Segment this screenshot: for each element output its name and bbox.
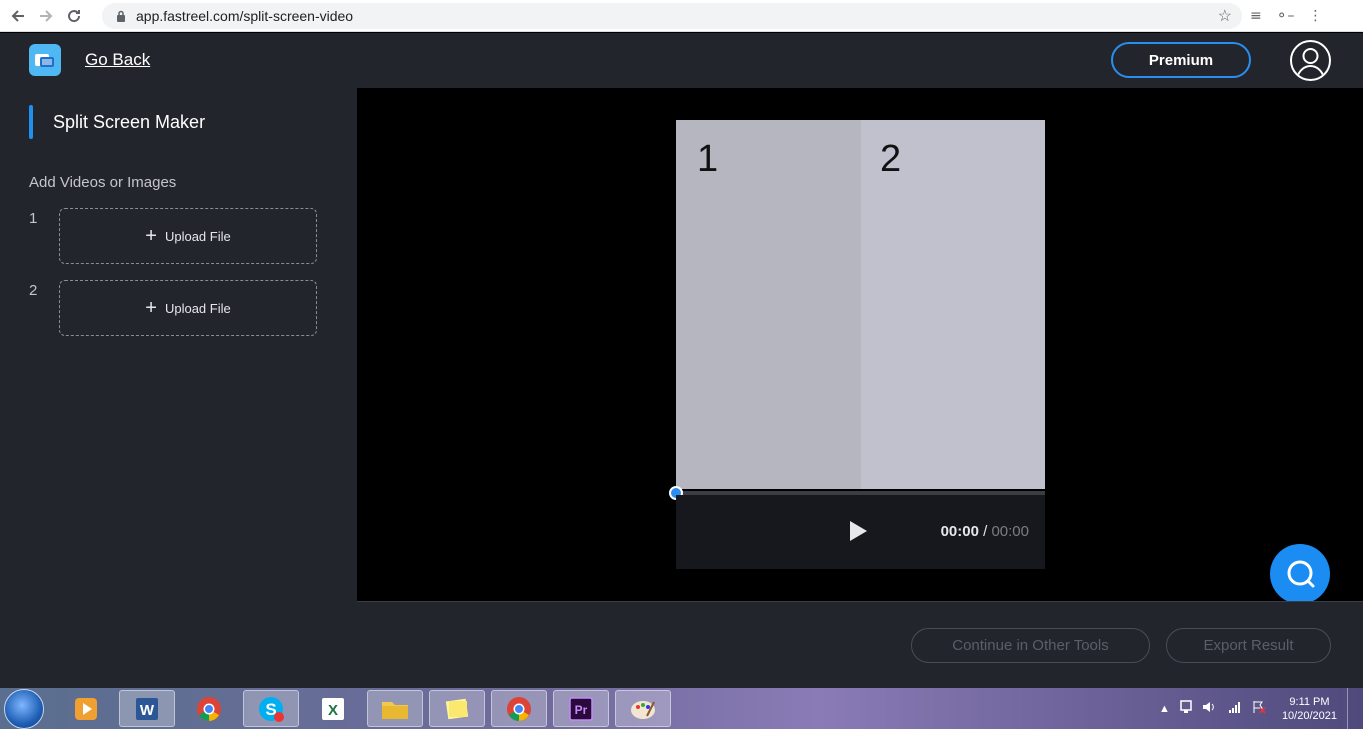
chat-support-icon[interactable] bbox=[1270, 544, 1330, 604]
fastreel-logo-icon[interactable] bbox=[29, 44, 61, 76]
forward-arrow-icon[interactable] bbox=[32, 2, 60, 30]
app-header: Go Back Premium bbox=[0, 33, 1363, 88]
player-controls: 00:00 / 00:00 bbox=[676, 495, 1045, 569]
premiere-pro-icon[interactable]: Pr bbox=[553, 690, 609, 727]
upload-label: Upload File bbox=[164, 228, 231, 244]
plus-icon: + bbox=[145, 225, 157, 247]
tool-title: Split Screen Maker bbox=[53, 112, 206, 132]
back-arrow-icon[interactable] bbox=[4, 2, 32, 30]
sticky-notes-icon[interactable] bbox=[429, 690, 485, 727]
extension-icon[interactable]: ⚬– bbox=[1276, 8, 1295, 24]
skype-icon[interactable]: S bbox=[243, 690, 299, 727]
clock-date: 10/20/2021 bbox=[1281, 709, 1337, 722]
clock-time: 9:11 PM bbox=[1289, 695, 1330, 708]
excel-icon[interactable]: X bbox=[305, 690, 361, 727]
current-time: 00:00 bbox=[940, 523, 979, 540]
premium-button[interactable]: Premium bbox=[1111, 42, 1251, 78]
system-tray: ▲ 9:11 PM 10/20/2021 bbox=[1159, 688, 1363, 729]
svg-text:W: W bbox=[140, 702, 155, 719]
panel-number: 2 bbox=[880, 138, 902, 180]
title-accent-bar bbox=[29, 105, 33, 139]
chrome-icon[interactable] bbox=[181, 690, 237, 727]
system-clock[interactable]: 9:11 PM 10/20/2021 bbox=[1282, 695, 1337, 723]
slot-number: 2 bbox=[29, 282, 38, 299]
upload-file-button-2[interactable]: + Upload File bbox=[59, 280, 317, 336]
browser-toolbar: app.fastreel.com/split-screen-video ☆ ≡ … bbox=[0, 0, 1363, 32]
paint-icon[interactable] bbox=[615, 690, 671, 727]
bookmark-star-icon[interactable]: ☆ bbox=[1218, 6, 1232, 26]
svg-text:Pr: Pr bbox=[575, 703, 588, 717]
menu-kebab-icon[interactable]: ⋮ bbox=[1308, 8, 1322, 24]
action-center-flag-icon[interactable] bbox=[1252, 700, 1266, 717]
slot-number: 1 bbox=[29, 210, 38, 227]
time-separator: / bbox=[983, 523, 988, 540]
export-result-button[interactable]: Export Result bbox=[1166, 628, 1331, 663]
url-text: app.fastreel.com/split-screen-video bbox=[136, 7, 354, 24]
reload-icon[interactable] bbox=[60, 2, 88, 30]
split-preview: 1 2 bbox=[676, 120, 1045, 489]
action-bar: Continue in Other Tools Export Result bbox=[357, 601, 1363, 688]
panel-number: 1 bbox=[697, 138, 719, 180]
windows-start-icon[interactable] bbox=[4, 689, 44, 729]
upload-file-button-1[interactable]: + Upload File bbox=[59, 208, 317, 264]
address-bar[interactable]: app.fastreel.com/split-screen-video ☆ bbox=[102, 2, 1242, 29]
os-taskbar: W S X Pr ▲ 9:11 PM 10/20/2021 bbox=[0, 688, 1363, 729]
media-icon[interactable]: ≡ bbox=[1250, 8, 1262, 24]
svg-text:X: X bbox=[328, 702, 338, 719]
split-panel-1[interactable]: 1 bbox=[676, 120, 861, 489]
upload-label: Upload File bbox=[164, 300, 231, 316]
tray-expand-icon[interactable]: ▲ bbox=[1159, 703, 1170, 715]
time-display: 00:00 / 00:00 bbox=[941, 523, 1029, 540]
plus-icon: + bbox=[145, 297, 157, 319]
total-time: 00:00 bbox=[991, 523, 1029, 540]
add-media-heading: Add Videos or Images bbox=[29, 174, 177, 191]
sidebar: Split Screen Maker Add Videos or Images … bbox=[0, 88, 357, 688]
continue-in-other-tools-button[interactable]: Continue in Other Tools bbox=[911, 628, 1150, 663]
play-icon[interactable] bbox=[848, 520, 868, 542]
media-player-icon[interactable] bbox=[58, 690, 114, 727]
lock-icon bbox=[114, 9, 128, 23]
split-panel-2[interactable]: 2 bbox=[861, 120, 1045, 489]
chrome-active-icon[interactable] bbox=[491, 690, 547, 727]
word-icon[interactable]: W bbox=[119, 690, 175, 727]
network-adapter-icon[interactable] bbox=[1180, 700, 1192, 717]
signal-icon[interactable] bbox=[1228, 701, 1242, 716]
volume-icon[interactable] bbox=[1202, 700, 1218, 717]
file-explorer-icon[interactable] bbox=[367, 690, 423, 727]
show-desktop-button[interactable] bbox=[1347, 688, 1357, 729]
user-avatar-icon[interactable] bbox=[1290, 40, 1331, 81]
go-back-link[interactable]: Go Back bbox=[85, 50, 150, 70]
